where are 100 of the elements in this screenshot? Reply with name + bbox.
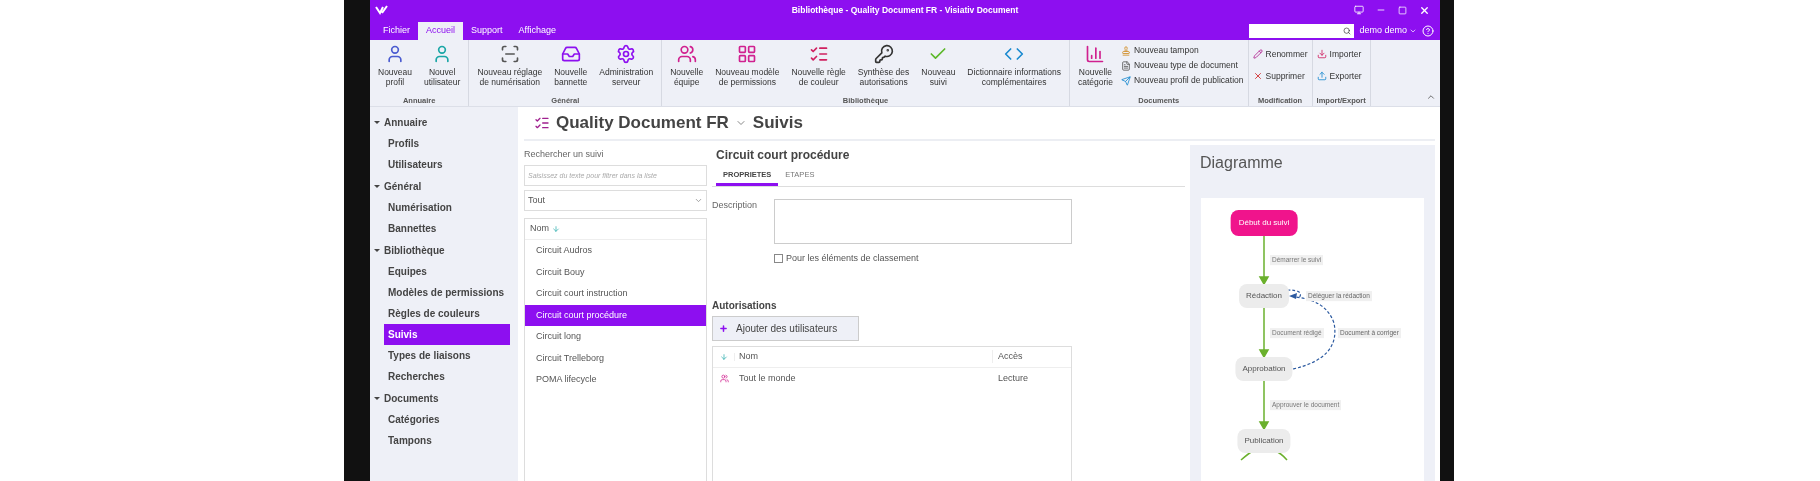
screen-icon[interactable] xyxy=(1354,5,1364,15)
ribbon-button[interactable]: Nouvel utilisateur xyxy=(420,44,465,87)
ribbon-button[interactable]: Nouveau profil xyxy=(374,44,417,87)
detail-title: Circuit court procédure xyxy=(715,147,851,164)
gear-icon xyxy=(616,44,637,64)
list-item[interactable]: Circuit Audros xyxy=(525,240,706,262)
ribbon-button[interactable]: Synthèse des autorisations xyxy=(853,44,914,87)
flow-arrow xyxy=(1258,307,1270,359)
flow-node: Publication xyxy=(1237,429,1291,453)
ribbon-button[interactable]: Nouveau type de document xyxy=(1120,59,1244,72)
export-icon xyxy=(1316,71,1327,81)
help-icon[interactable] xyxy=(1422,25,1434,37)
list-item[interactable]: POMA lifecycle xyxy=(525,369,706,391)
column-header[interactable]: Nom xyxy=(525,219,706,240)
caret-icon xyxy=(1409,27,1417,35)
section-title: Suivis xyxy=(752,112,803,135)
sidebar-item[interactable]: Suivis xyxy=(384,324,510,345)
dashed-loop-arrow xyxy=(1286,289,1302,299)
ribbon-button[interactable]: Importer xyxy=(1316,44,1362,64)
sort-arrow-icon[interactable] xyxy=(719,352,728,361)
pencil-icon xyxy=(1252,49,1263,59)
maximize-icon[interactable] xyxy=(1398,5,1407,15)
ribbon-button[interactable]: Nouvelle règle de couleur xyxy=(787,44,850,87)
search-field[interactable] xyxy=(1249,24,1355,38)
team-icon xyxy=(676,44,697,64)
sidebar-item[interactable]: Tampons xyxy=(384,430,510,451)
sort-arrow-icon xyxy=(552,225,560,233)
field-label: Description xyxy=(712,199,759,212)
document-icon xyxy=(1120,60,1131,71)
user-menu[interactable]: demo demo xyxy=(1359,24,1417,38)
table-cell-text: Tout le monde xyxy=(738,371,797,385)
search-label: Rechercher un suivi xyxy=(524,148,605,161)
ribbon-button[interactable]: Nouvelle catégorie xyxy=(1073,44,1117,87)
description-field[interactable] xyxy=(774,199,1072,244)
ribbon-button[interactable]: Renommer xyxy=(1252,44,1308,64)
publish-icon xyxy=(1120,75,1131,86)
ribbon-button[interactable]: Nouveau réglage de numérisation xyxy=(473,44,547,87)
caret-icon xyxy=(694,196,703,205)
section-heading: Autorisations xyxy=(712,298,778,312)
list-item[interactable]: Circuit Trelleborg xyxy=(525,347,706,369)
search-icon xyxy=(1343,27,1352,35)
sidebar-item[interactable]: Types de liaisons xyxy=(384,345,510,366)
sidebar-item[interactable]: Règles de couleurs xyxy=(384,303,510,324)
list-item[interactable]: Circuit long xyxy=(525,326,706,348)
workflow-list-icon xyxy=(534,115,550,131)
sidebar-item[interactable]: Utilisateurs xyxy=(384,154,510,175)
list-item[interactable]: Circuit court instruction xyxy=(525,283,706,305)
menu-tab[interactable]: Affichage xyxy=(510,22,564,40)
flow-arrow xyxy=(1258,380,1270,431)
ribbon-button[interactable]: Administration serveur xyxy=(595,44,658,87)
ribbon-button[interactable]: Nouveau modèle de permissions xyxy=(711,44,784,87)
filter-dropdown[interactable]: Tout xyxy=(524,190,707,211)
flow-node: Début du suivi xyxy=(1230,210,1298,236)
add-users-button[interactable]: Ajouter des utilisateurs xyxy=(712,315,859,341)
table-cell-text: Lecture xyxy=(997,371,1030,385)
bars-icon xyxy=(1085,44,1106,64)
menu-tab[interactable]: Fichier xyxy=(375,22,418,40)
sidebar-item[interactable]: Numérisation xyxy=(384,197,510,218)
flow-node: Rédaction xyxy=(1239,284,1289,308)
sidebar-section[interactable]: Annuaire xyxy=(370,111,518,133)
ribbon-button[interactable]: Exporter xyxy=(1316,66,1362,86)
sidebar-item[interactable]: Equipes xyxy=(384,261,510,282)
library-name[interactable]: Quality Document FR xyxy=(556,110,729,136)
sidebar-item[interactable]: Modèles de permissions xyxy=(384,282,510,303)
column-header[interactable]: Nom xyxy=(735,349,993,364)
menu-tab[interactable]: Support xyxy=(463,22,511,40)
group-icon xyxy=(719,374,729,383)
flow-node: Approbation xyxy=(1235,357,1293,381)
ribbon-button[interactable]: Nouveau tampon xyxy=(1120,44,1244,57)
delete-icon xyxy=(1252,71,1263,81)
ribbon-button[interactable]: Nouveau suivi xyxy=(917,44,960,87)
sidebar-item[interactable]: Recherches xyxy=(384,366,510,387)
flow-arrow xyxy=(1258,235,1270,286)
ribbon-button[interactable]: Nouvelle bannette xyxy=(550,44,592,87)
list-item[interactable]: Circuit Bouy xyxy=(525,261,706,283)
import-icon xyxy=(1316,49,1327,59)
plus-icon xyxy=(719,323,728,333)
sidebar-section[interactable]: Bibliothèque xyxy=(370,239,518,261)
ribbon-button[interactable]: Nouveau profil de publication xyxy=(1120,74,1244,87)
app-logo-icon xyxy=(375,5,389,15)
sidebar-section[interactable]: Général xyxy=(370,175,518,197)
column-header[interactable]: Accès xyxy=(993,349,1071,364)
window-title: Bibliothèque - Quality Document FR - Visiativ Document xyxy=(791,3,1019,17)
collapse-ribbon-icon[interactable] xyxy=(1426,92,1436,102)
sidebar-item[interactable]: Catégories xyxy=(384,409,510,430)
ribbon-button[interactable]: Dictionnaire informations complémentaires xyxy=(963,44,1065,87)
sidebar-section[interactable]: Documents xyxy=(370,387,518,409)
dot-grid-icon xyxy=(737,44,758,64)
sidebar-item[interactable]: Bannettes xyxy=(384,218,510,239)
checkbox[interactable] xyxy=(774,254,783,264)
panel-title: Diagramme xyxy=(1199,153,1284,173)
stamp-icon xyxy=(1120,45,1131,56)
ribbon-button[interactable]: Supprimer xyxy=(1252,66,1308,86)
list-item[interactable]: Circuit court procédure xyxy=(525,304,706,326)
menu-tab[interactable]: Accueil xyxy=(418,22,464,40)
close-icon[interactable] xyxy=(1419,4,1430,16)
tray-icon xyxy=(560,44,581,64)
scan-icon xyxy=(499,44,520,64)
ribbon-button[interactable]: Nouvelle équipe xyxy=(666,44,708,87)
sidebar-item[interactable]: Profils xyxy=(384,133,510,154)
